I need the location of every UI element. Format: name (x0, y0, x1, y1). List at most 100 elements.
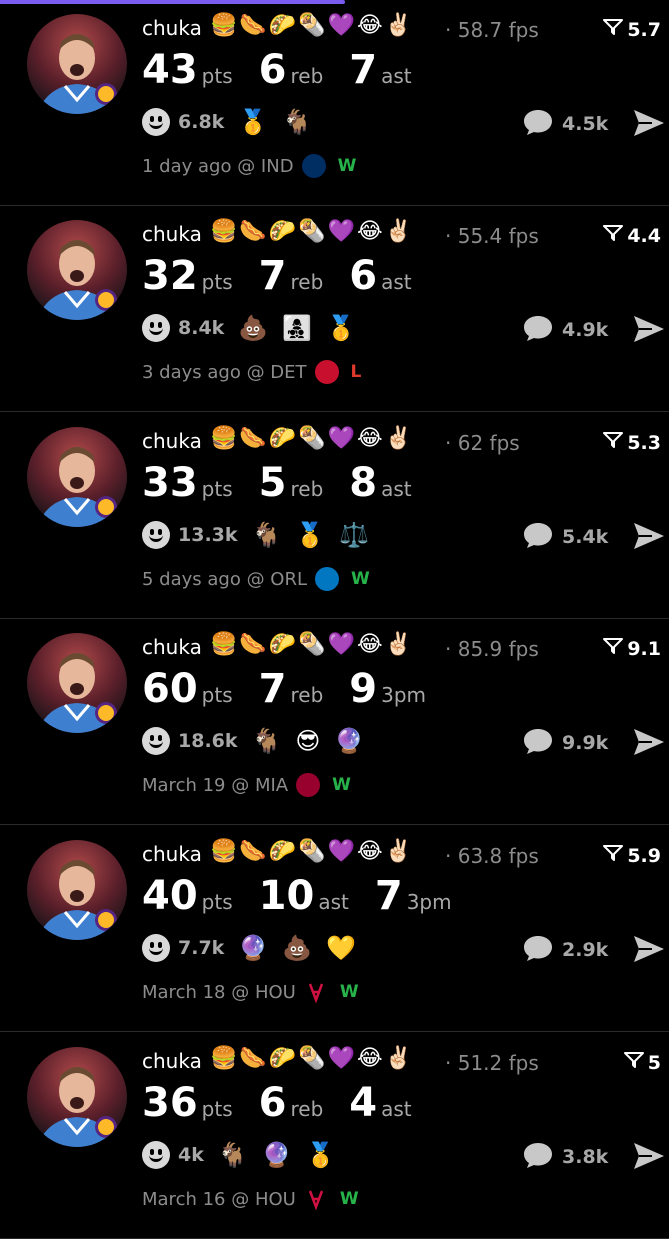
comment-bubble-icon (522, 727, 554, 759)
comment-bubble-icon (522, 108, 554, 140)
author-name[interactable]: chuka (142, 16, 202, 40)
fps-label: · 62 fps (445, 431, 520, 455)
share-icon[interactable] (632, 1141, 666, 1171)
stat-unit: pts (201, 890, 233, 914)
post-card[interactable]: chuka 🍔🌭🌮🌯💜😂✌🏻 · 62 fps 5.3 33 pts 5 reb 8 as… (0, 413, 669, 619)
comment-bubble-icon (522, 934, 554, 966)
smile-icon[interactable] (142, 314, 170, 342)
team-logo-icon (304, 1187, 328, 1211)
game-time: 1 day ago @ IND (142, 155, 294, 177)
share-icon[interactable] (632, 314, 666, 344)
score[interactable]: 5 (623, 1051, 661, 1074)
author-emojis: 🍔🌭🌮🌯💜😂✌🏻 (210, 219, 415, 244)
score[interactable]: 5.7 (603, 18, 661, 41)
score[interactable]: 5.3 (603, 431, 661, 454)
comment-count: 2.9k (562, 939, 609, 961)
stat-value: 7 (349, 47, 378, 93)
smile-icon[interactable] (142, 108, 170, 136)
reaction-badges[interactable]: 🐐🔮🥇 (218, 1141, 350, 1169)
share-icon[interactable] (632, 521, 666, 551)
post-card[interactable]: chuka 🍔🌭🌮🌯💜😂✌🏻 · 55.4 fps 4.4 32 pts 7 reb 6… (0, 206, 669, 412)
stat-unit: ast (381, 270, 412, 294)
author-emojis: 🍔🌭🌮🌯💜😂✌🏻 (210, 426, 415, 451)
comments-button[interactable]: 9.9k (522, 727, 608, 759)
stat-line: 33 pts 5 reb 8 ast (142, 463, 438, 503)
post-card[interactable]: chuka 🍔🌭🌮🌯💜😂✌🏻 · 85.9 fps 9.1 60 pts 7 reb 9… (0, 619, 669, 825)
avatar[interactable] (27, 840, 127, 940)
stat-unit: 3pm (406, 890, 452, 914)
comments-button[interactable]: 4.5k (522, 108, 608, 140)
comments-button[interactable]: 5.4k (522, 521, 608, 553)
post-card[interactable]: chuka 🍔🌭🌮🌯💜😂✌🏻 · 63.8 fps 5.9 40 pts 10 ast… (0, 826, 669, 1032)
reaction-badges[interactable]: 🥇🐐 (238, 108, 326, 136)
stat-value: 10 (258, 873, 315, 919)
reaction-badges[interactable]: 🔮💩💛 (238, 934, 370, 962)
smile-icon[interactable] (142, 727, 170, 755)
author-name[interactable]: chuka (142, 842, 202, 866)
score-value: 5 (647, 1051, 661, 1074)
post-card[interactable]: chuka 🍔🌭🌮🌯💜😂✌🏻 · 51.2 fps 5 36 pts 6 reb 4 as… (0, 1033, 669, 1239)
game-result: L (350, 362, 362, 382)
share-icon[interactable] (632, 108, 666, 138)
smile-icon[interactable] (142, 521, 170, 549)
stat-value: 7 (258, 666, 287, 712)
filter-icon (603, 18, 624, 41)
game-meta: 3 days ago @ DET L (142, 360, 361, 384)
comments-button[interactable]: 4.9k (522, 314, 608, 346)
avatar[interactable] (27, 633, 127, 733)
stat-value: 5 (258, 460, 287, 506)
score-value: 5.9 (627, 844, 661, 867)
author-name[interactable]: chuka (142, 1049, 202, 1073)
score[interactable]: 5.9 (603, 844, 661, 867)
reactions[interactable]: 6.8k 🥇🐐 (142, 108, 326, 136)
smile-icon[interactable] (142, 934, 170, 962)
author-name[interactable]: chuka (142, 635, 202, 659)
stat-unit: reb (290, 683, 324, 707)
reaction-count: 8.4k (178, 317, 225, 339)
fps-label: · 85.9 fps (445, 637, 539, 661)
filter-icon (603, 844, 624, 867)
reactions[interactable]: 18.6k 🐐😎🔮 (142, 727, 378, 755)
comments-button[interactable]: 2.9k (522, 934, 608, 966)
score-value: 5.3 (627, 431, 661, 454)
author-name[interactable]: chuka (142, 429, 202, 453)
stat-unit: reb (290, 270, 324, 294)
reaction-count: 7.7k (178, 937, 225, 959)
game-result: W (332, 775, 351, 795)
reactions[interactable]: 8.4k 💩👩‍👧‍👦🥇 (142, 314, 370, 342)
smile-icon[interactable] (142, 1141, 170, 1169)
avatar[interactable] (27, 1047, 127, 1147)
stat-unit: reb (290, 1097, 324, 1121)
avatar[interactable] (27, 427, 127, 527)
stat-line: 60 pts 7 reb 9 3pm (142, 669, 452, 709)
score[interactable]: 4.4 (603, 224, 661, 247)
stat-line: 32 pts 7 reb 6 ast (142, 256, 438, 296)
score[interactable]: 9.1 (603, 637, 661, 660)
score-value: 5.7 (627, 18, 661, 41)
reaction-badges[interactable]: 🐐🥇⚖️ (252, 521, 384, 549)
comments-button[interactable]: 3.8k (522, 1141, 608, 1173)
author-name[interactable]: chuka (142, 222, 202, 246)
share-icon[interactable] (632, 727, 666, 757)
reaction-badges[interactable]: 🐐😎🔮 (252, 727, 379, 755)
reaction-count: 13.3k (178, 524, 238, 546)
game-result: W (339, 982, 359, 1002)
avatar[interactable] (27, 14, 127, 114)
reaction-badges[interactable]: 💩👩‍👧‍👦🥇 (238, 314, 370, 342)
game-time: 3 days ago @ DET (142, 361, 307, 383)
reactions[interactable]: 4k 🐐🔮🥇 (142, 1141, 350, 1169)
stat-unit: pts (201, 64, 233, 88)
stat-line: 40 pts 10 ast 7 3pm (142, 876, 478, 916)
game-meta: March 19 @ MIA W (142, 773, 351, 797)
stat-value: 6 (258, 47, 287, 93)
reactions[interactable]: 13.3k 🐐🥇⚖️ (142, 521, 383, 549)
reactions[interactable]: 7.7k 🔮💩💛 (142, 934, 370, 962)
stat-value: 36 (142, 1080, 198, 1126)
stat-value: 60 (142, 666, 198, 712)
comment-count: 3.8k (562, 1146, 609, 1168)
post-card[interactable]: chuka 🍔🌭🌮🌯💜😂✌🏻 · 58.7 fps 5.7 43 pts 6 reb 7… (0, 0, 669, 206)
reaction-count: 6.8k (178, 111, 225, 133)
avatar[interactable] (27, 220, 127, 320)
share-icon[interactable] (632, 934, 666, 964)
reaction-count: 4k (178, 1144, 204, 1166)
